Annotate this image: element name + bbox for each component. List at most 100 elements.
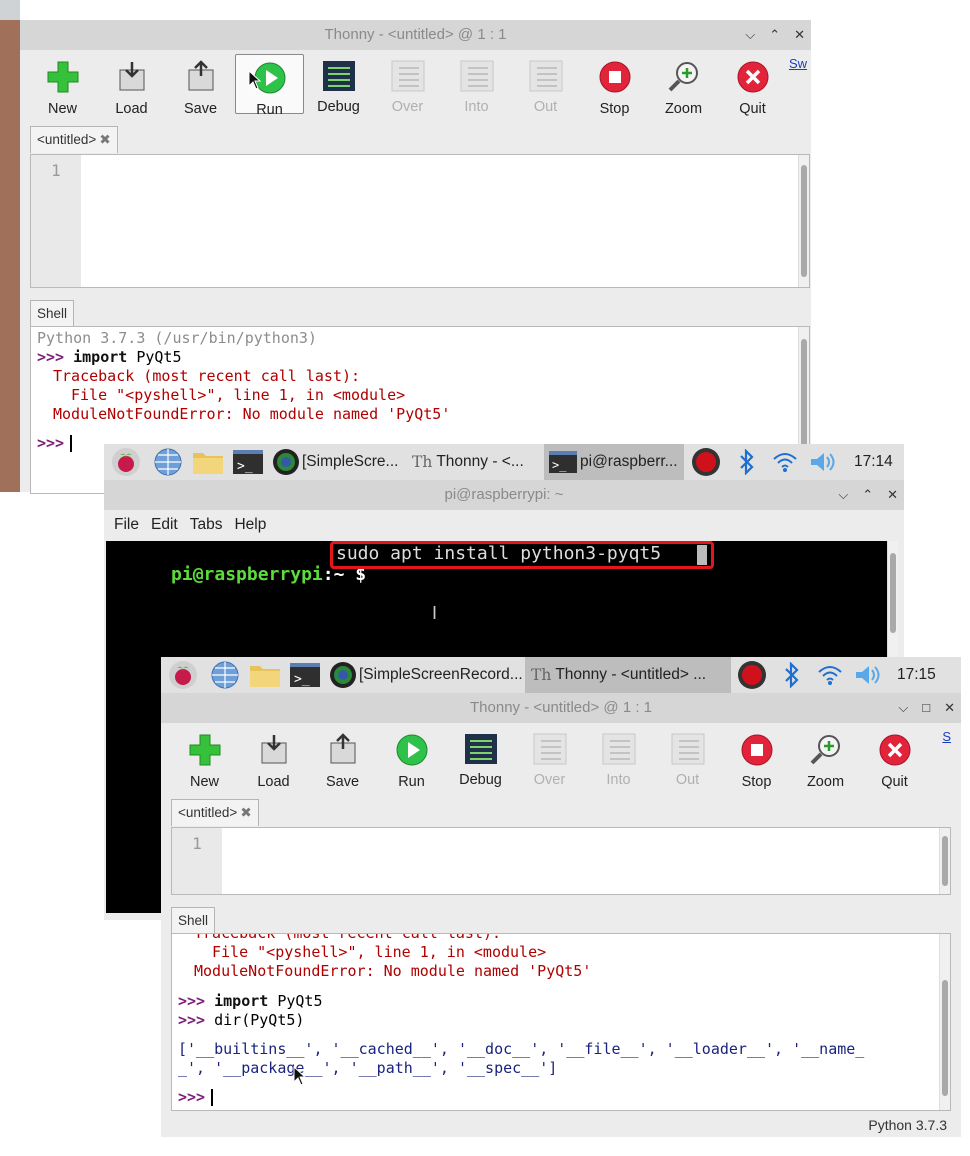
close-tab-icon[interactable]: ✖: [99, 132, 110, 147]
editor-tab[interactable]: <untitled> ✖: [171, 799, 259, 826]
minimize-icon[interactable]: ⌵: [898, 693, 908, 723]
file-manager-icon[interactable]: [188, 444, 228, 480]
mouse-pointer-icon: [293, 1065, 307, 1091]
stop-icon: [740, 727, 774, 772]
toolbar-debug-button[interactable]: Debug: [304, 54, 373, 115]
editor-tab[interactable]: <untitled> ✖: [30, 126, 118, 153]
toolbar-over-button[interactable]: Over: [515, 727, 584, 788]
taskbar-item-label: Thonny - <untitled> ...: [555, 666, 707, 683]
step-over-icon: [391, 54, 425, 97]
toolbar-run-button[interactable]: Run: [235, 54, 304, 118]
toolbar-new-button[interactable]: New: [28, 54, 97, 117]
toolbar-zoom-button[interactable]: Zoom: [791, 727, 860, 790]
prompt: >>>: [178, 992, 206, 1010]
browser-icon[interactable]: [148, 444, 188, 480]
svg-text:>_: >_: [237, 459, 253, 474]
shell-import-line: >>> import PyQt5: [37, 348, 182, 366]
menu-file[interactable]: File: [108, 510, 145, 540]
toolbar-new-button[interactable]: New: [170, 727, 239, 790]
step-into-icon: [602, 727, 636, 770]
taskbar-item-simplescreenrecorder[interactable]: [SimpleScre...: [268, 444, 406, 480]
toolbar-load-button[interactable]: Load: [97, 54, 166, 117]
browser-icon[interactable]: [205, 657, 245, 693]
wifi-icon[interactable]: [811, 657, 849, 693]
shell-dir-line: >>> dir(PyQt5): [178, 1011, 304, 1029]
editor-tab-label: <untitled>: [178, 805, 238, 820]
toolbar-zoom-button[interactable]: Zoom: [649, 54, 718, 117]
toolbar-out-button[interactable]: Out: [653, 727, 722, 788]
close-icon[interactable]: ✕: [944, 693, 955, 723]
step-out-icon: [671, 727, 705, 770]
minimize-icon[interactable]: ⌵: [838, 480, 848, 510]
toolbar-quit-button[interactable]: Quit: [718, 54, 787, 117]
record-icon[interactable]: [731, 657, 773, 693]
shell-tab[interactable]: Shell: [171, 907, 216, 934]
maximize-icon[interactable]: □: [922, 693, 930, 723]
taskbar-item-thonny[interactable]: Th Thonny - <untitled> ...: [525, 657, 731, 693]
close-icon[interactable]: ✕: [887, 480, 898, 510]
code-editor[interactable]: 1: [171, 827, 951, 895]
toolbar-stop-button[interactable]: Stop: [722, 727, 791, 790]
toolbar-over-button[interactable]: Over: [373, 54, 442, 115]
clock[interactable]: 17:14: [842, 444, 893, 480]
line-gutter: 1: [31, 155, 81, 287]
volume-icon[interactable]: [849, 657, 887, 693]
toolbar-stop-button[interactable]: Stop: [580, 54, 649, 117]
editor-scrollbar[interactable]: [939, 828, 950, 894]
taskbar-item-simplescreenrecorder[interactable]: [SimpleScreenRecord...: [325, 657, 525, 693]
thonny-window-front: Thonny - <untitled> @ 1 : 1 ⌵ □ ✕ New Loa…: [161, 693, 961, 1137]
shell-prompt-line: >>>: [37, 434, 73, 452]
maximize-icon[interactable]: ⌃: [862, 480, 873, 510]
close-icon[interactable]: ✕: [794, 20, 805, 50]
shell-tab[interactable]: Shell: [30, 300, 75, 327]
title-bar: Thonny - <untitled> @ 1 : 1 ⌵ □ ✕: [161, 693, 961, 723]
taskbar-item-thonny[interactable]: Th Thonny - <...: [406, 444, 544, 480]
record-icon[interactable]: [684, 444, 728, 480]
file-manager-icon[interactable]: [245, 657, 285, 693]
shell-scrollbar[interactable]: [939, 934, 950, 1110]
load-icon: [117, 54, 147, 99]
minimize-icon[interactable]: ⌵: [745, 20, 755, 50]
wifi-icon[interactable]: [766, 444, 804, 480]
volume-icon[interactable]: [804, 444, 842, 480]
toolbar-label: Zoom: [664, 101, 703, 117]
toolbar-into-button[interactable]: Into: [584, 727, 653, 788]
module-name: PyQt5: [277, 992, 323, 1010]
toolbar-run-button[interactable]: Run: [377, 727, 446, 790]
taskbar-item-terminal[interactable]: >_ pi@raspberr...: [544, 444, 684, 480]
side-link[interactable]: Sw: [789, 56, 807, 71]
raspberry-menu-icon[interactable]: [104, 444, 148, 480]
window-controls: ⌵ ⌃ ✕: [838, 480, 898, 510]
terminal-icon[interactable]: >_: [228, 444, 268, 480]
line-gutter: 1: [172, 828, 222, 894]
close-tab-icon[interactable]: ✖: [240, 805, 251, 820]
debug-icon: [322, 54, 356, 97]
toolbar-out-button[interactable]: Out: [511, 54, 580, 115]
toolbar-debug-button[interactable]: Debug: [446, 727, 515, 788]
svg-text:>_: >_: [552, 458, 567, 472]
menu-tabs[interactable]: Tabs: [184, 510, 229, 540]
terminal-title: pi@raspberrypi: ~: [444, 486, 564, 503]
shell-panel[interactable]: Traceback (most recent call last): File …: [171, 933, 951, 1111]
thonny-icon: Th: [412, 453, 433, 471]
toolbar-save-button[interactable]: Save: [308, 727, 377, 790]
ibeam-cursor-icon: I: [432, 603, 438, 623]
code-editor[interactable]: 1: [30, 154, 810, 288]
toolbar-label: Quit: [739, 101, 766, 117]
toolbar-load-button[interactable]: Load: [239, 727, 308, 790]
menu-edit[interactable]: Edit: [145, 510, 184, 540]
side-link[interactable]: S: [942, 729, 951, 744]
toolbar-quit-button[interactable]: Quit: [860, 727, 929, 790]
toolbar-save-button[interactable]: Save: [166, 54, 235, 117]
terminal-icon[interactable]: >_: [285, 657, 325, 693]
menu-help[interactable]: Help: [228, 510, 272, 540]
toolbar-into-button[interactable]: Into: [442, 54, 511, 115]
toolbar-label: Save: [325, 774, 360, 790]
bluetooth-icon[interactable]: [728, 444, 766, 480]
editor-scrollbar[interactable]: [798, 155, 809, 287]
clock[interactable]: 17:15: [887, 657, 936, 693]
error-line: ModuleNotFoundError: No module named 'Py…: [53, 405, 451, 423]
raspberry-menu-icon[interactable]: [161, 657, 205, 693]
bluetooth-icon[interactable]: [773, 657, 811, 693]
maximize-icon[interactable]: ⌃: [769, 20, 780, 50]
